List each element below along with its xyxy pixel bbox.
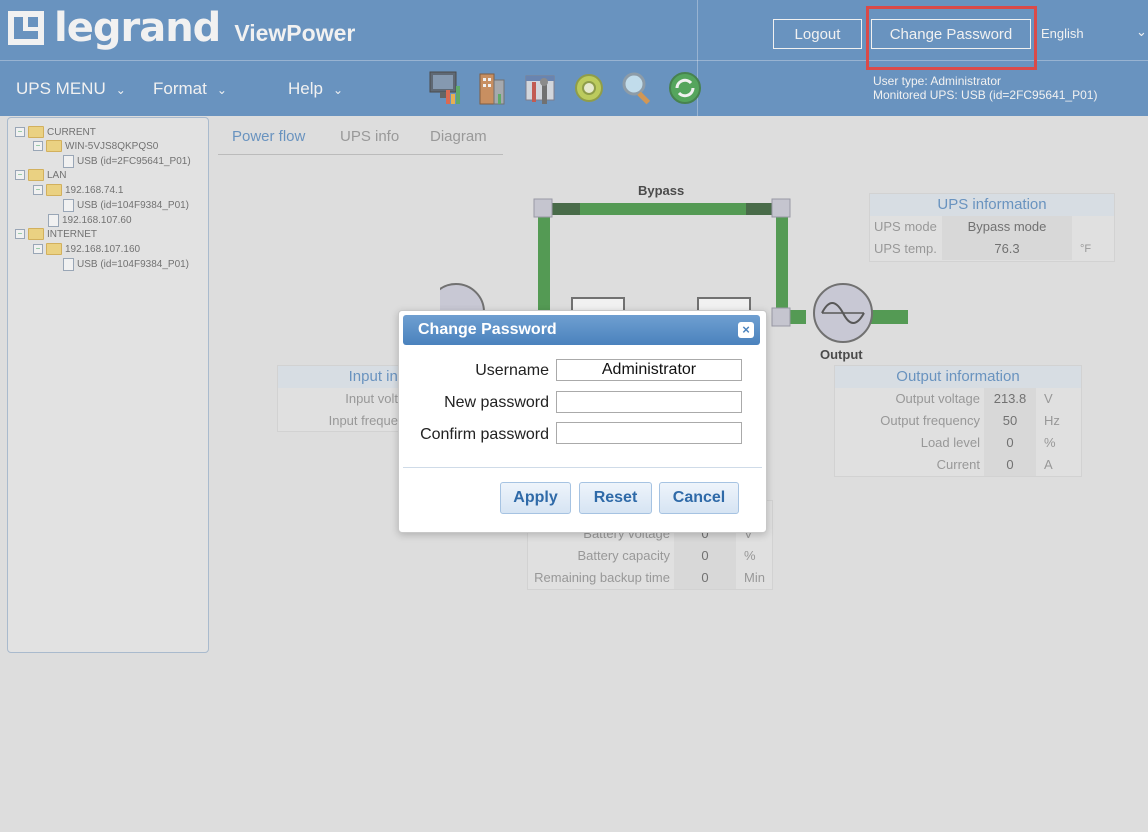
dialog-title-bar: Change Password × (403, 315, 760, 345)
dialog-divider (403, 467, 762, 468)
confirm-password-field[interactable] (556, 422, 742, 444)
new-password-field[interactable] (556, 391, 742, 413)
username-label: Username (475, 362, 549, 379)
username-field[interactable] (556, 359, 742, 381)
cancel-button[interactable]: Cancel (659, 482, 739, 514)
apply-button[interactable]: Apply (500, 482, 571, 514)
reset-button[interactable]: Reset (579, 482, 652, 514)
change-password-dialog: Change Password × Username New password … (398, 310, 767, 533)
confirm-password-label: Confirm password (420, 426, 549, 443)
new-password-label: New password (444, 394, 549, 411)
close-icon[interactable]: × (738, 322, 754, 338)
dialog-title: Change Password (418, 321, 557, 338)
